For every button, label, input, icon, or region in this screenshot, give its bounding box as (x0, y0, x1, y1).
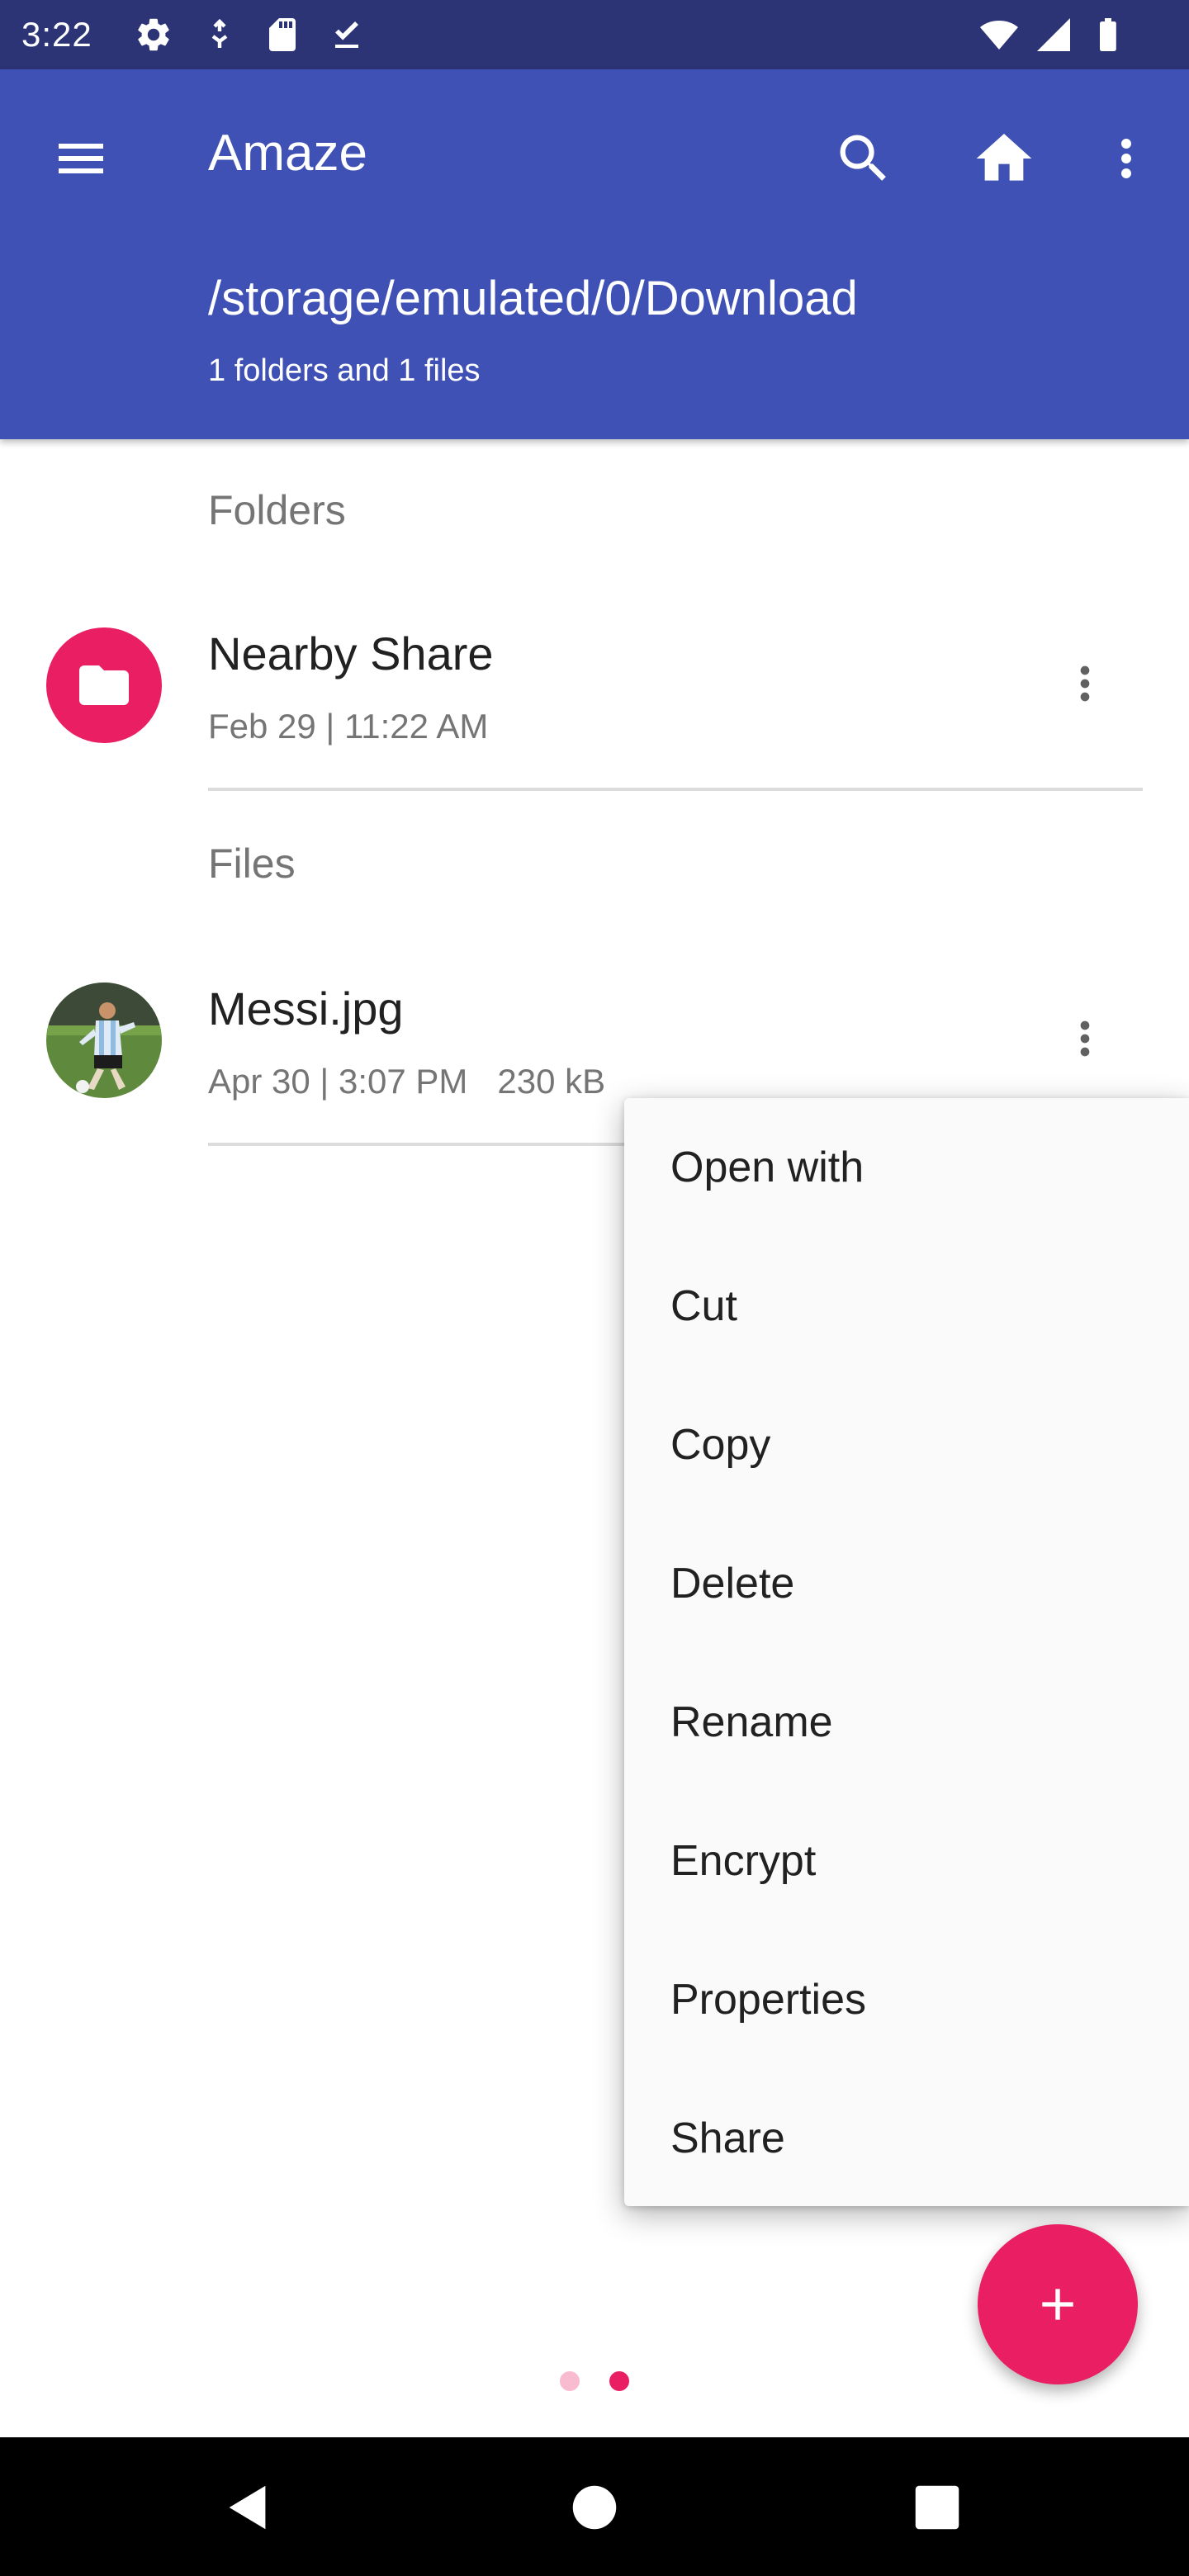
context-menu: Open with Cut Copy Delete Rename Encrypt… (624, 1098, 1189, 2206)
sd-card-icon (263, 15, 302, 54)
menu-item-delete[interactable]: Delete (624, 1514, 1189, 1653)
folder-date: Feb 29 | 11:22 AM (208, 707, 489, 746)
menu-item-cut[interactable]: Cut (624, 1237, 1189, 1376)
image-thumbnail (46, 983, 162, 1098)
gear-icon (134, 15, 173, 54)
divider (208, 788, 1143, 791)
status-time: 3:22 (21, 15, 92, 54)
page-indicator-dot[interactable] (560, 2371, 580, 2391)
app-title: Amaze (208, 125, 367, 182)
back-icon[interactable] (220, 2479, 277, 2536)
menu-item-share[interactable]: Share (624, 2069, 1189, 2208)
usb-debug-icon (200, 15, 239, 54)
battery-icon (1088, 15, 1128, 54)
files-header: Files (208, 841, 296, 887)
folder-icon (46, 627, 162, 743)
folder-name: Nearby Share (208, 627, 494, 680)
home-icon[interactable] (958, 112, 1050, 205)
add-fab-button[interactable] (978, 2224, 1138, 2384)
search-icon[interactable] (817, 112, 910, 205)
file-meta: Apr 30 | 3:07 PM 230 kB (208, 1058, 605, 1105)
menu-icon[interactable] (35, 112, 127, 205)
app-bar: Amaze /storage/emulated/0/Download 1 fol… (0, 69, 1189, 439)
folder-file-count: 1 folders and 1 files (208, 353, 481, 388)
home-circle-icon[interactable] (566, 2479, 623, 2536)
page-indicator-dot-active[interactable] (609, 2371, 629, 2391)
file-size: 230 kB (497, 1062, 606, 1101)
menu-item-open-with[interactable]: Open with (624, 1098, 1189, 1237)
file-date: Apr 30 | 3:07 PM (208, 1062, 468, 1101)
menu-item-copy[interactable]: Copy (624, 1376, 1189, 1514)
download-done-icon (327, 15, 367, 54)
recents-icon[interactable] (908, 2479, 966, 2536)
menu-item-properties[interactable]: Properties (624, 1930, 1189, 2069)
file-overflow-menu-icon[interactable] (1059, 997, 1111, 1080)
signal-icon (1034, 15, 1073, 54)
folder-overflow-menu-icon[interactable] (1059, 642, 1111, 725)
plus-icon (1042, 2289, 1073, 2320)
menu-item-encrypt[interactable]: Encrypt (624, 1792, 1189, 1930)
system-nav-bar (0, 2437, 1189, 2576)
file-name: Messi.jpg (208, 983, 404, 1035)
current-path[interactable]: /storage/emulated/0/Download (208, 268, 858, 330)
wifi-icon (979, 15, 1019, 54)
more-vert-icon[interactable] (1085, 112, 1168, 205)
menu-item-rename[interactable]: Rename (624, 1653, 1189, 1792)
folders-header: Folders (208, 487, 346, 533)
status-bar: 3:22 (0, 0, 1189, 69)
